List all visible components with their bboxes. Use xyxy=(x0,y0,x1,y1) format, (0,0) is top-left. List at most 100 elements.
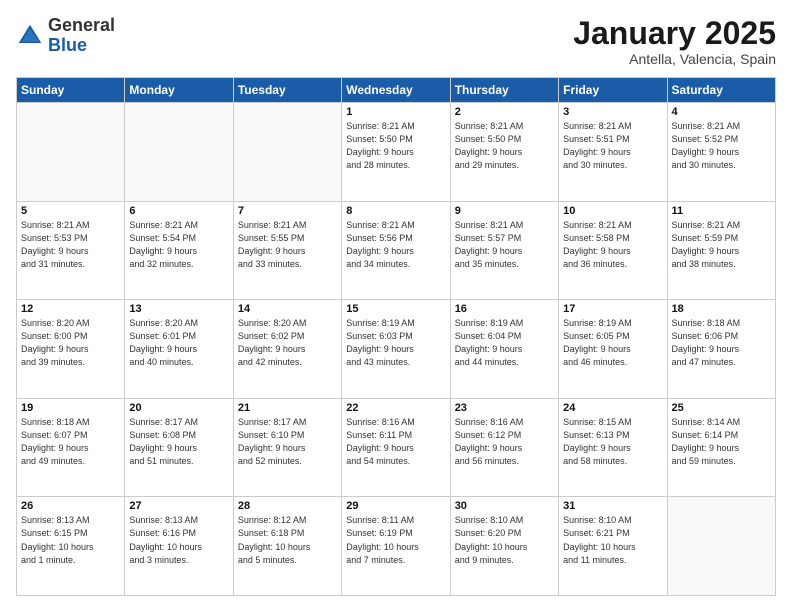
day-header-friday: Friday xyxy=(559,78,667,103)
day-info: Sunrise: 8:21 AM Sunset: 5:52 PM Dayligh… xyxy=(672,120,771,172)
day-number: 24 xyxy=(563,402,662,414)
calendar-cell: 6 Sunrise: 8:21 AM Sunset: 5:54 PM Daylig… xyxy=(125,201,233,300)
calendar-cell: 10 Sunrise: 8:21 AM Sunset: 5:58 PM Dayli… xyxy=(559,201,667,300)
logo: General Blue xyxy=(16,16,115,56)
month-title: January 2025 xyxy=(573,16,776,51)
calendar-cell: 26 Sunrise: 8:13 AM Sunset: 6:15 PM Dayli… xyxy=(17,497,125,596)
calendar-cell xyxy=(17,103,125,202)
day-number: 17 xyxy=(563,303,662,315)
calendar-cell: 27 Sunrise: 8:13 AM Sunset: 6:16 PM Dayli… xyxy=(125,497,233,596)
calendar-cell: 17 Sunrise: 8:19 AM Sunset: 6:05 PM Dayli… xyxy=(559,300,667,399)
day-header-wednesday: Wednesday xyxy=(342,78,450,103)
day-info: Sunrise: 8:17 AM Sunset: 6:08 PM Dayligh… xyxy=(129,416,228,468)
calendar-cell: 5 Sunrise: 8:21 AM Sunset: 5:53 PM Daylig… xyxy=(17,201,125,300)
day-info: Sunrise: 8:10 AM Sunset: 6:20 PM Dayligh… xyxy=(455,514,554,566)
day-number: 9 xyxy=(455,205,554,217)
calendar: SundayMondayTuesdayWednesdayThursdayFrid… xyxy=(16,77,776,596)
calendar-cell: 22Sunrise: 8:16 AM Sunset: 6:11 PM Dayli… xyxy=(342,398,450,497)
day-number: 27 xyxy=(129,500,228,512)
calendar-cell xyxy=(233,103,341,202)
day-info: Sunrise: 8:17 AM Sunset: 6:10 PM Dayligh… xyxy=(238,416,337,468)
day-info: Sunrise: 8:21 AM Sunset: 5:58 PM Dayligh… xyxy=(563,219,662,271)
title-block: January 2025 Antella, Valencia, Spain xyxy=(573,16,776,67)
day-info: Sunrise: 8:20 AM Sunset: 6:01 PM Dayligh… xyxy=(129,317,228,369)
day-number: 18 xyxy=(672,303,771,315)
day-number: 15 xyxy=(346,303,445,315)
calendar-cell: 31 Sunrise: 8:10 AM Sunset: 6:21 PM Dayli… xyxy=(559,497,667,596)
day-number: 13 xyxy=(129,303,228,315)
day-number: 5 xyxy=(21,205,120,217)
day-number: 21 xyxy=(238,402,337,414)
day-number: 26 xyxy=(21,500,120,512)
day-info: Sunrise: 8:21 AM Sunset: 5:53 PM Dayligh… xyxy=(21,219,120,271)
day-header-monday: Monday xyxy=(125,78,233,103)
day-number: 29 xyxy=(346,500,445,512)
day-info: Sunrise: 8:19 AM Sunset: 6:04 PM Dayligh… xyxy=(455,317,554,369)
calendar-cell: 3 Sunrise: 8:21 AM Sunset: 5:51 PM Daylig… xyxy=(559,103,667,202)
day-header-tuesday: Tuesday xyxy=(233,78,341,103)
day-number: 31 xyxy=(563,500,662,512)
day-number: 10 xyxy=(563,205,662,217)
calendar-cell: 13 Sunrise: 8:20 AM Sunset: 6:01 PM Dayli… xyxy=(125,300,233,399)
day-number: 12 xyxy=(21,303,120,315)
day-number: 28 xyxy=(238,500,337,512)
location: Antella, Valencia, Spain xyxy=(573,51,776,67)
calendar-cell: 19Sunrise: 8:18 AM Sunset: 6:07 PM Dayli… xyxy=(17,398,125,497)
calendar-cell: 8Sunrise: 8:21 AM Sunset: 5:56 PM Daylig… xyxy=(342,201,450,300)
calendar-cell: 9 Sunrise: 8:21 AM Sunset: 5:57 PM Daylig… xyxy=(450,201,558,300)
day-info: Sunrise: 8:11 AM Sunset: 6:19 PM Dayligh… xyxy=(346,514,445,566)
day-info: Sunrise: 8:21 AM Sunset: 5:59 PM Dayligh… xyxy=(672,219,771,271)
calendar-cell: 4 Sunrise: 8:21 AM Sunset: 5:52 PM Daylig… xyxy=(667,103,775,202)
day-info: Sunrise: 8:19 AM Sunset: 6:05 PM Dayligh… xyxy=(563,317,662,369)
day-header-saturday: Saturday xyxy=(667,78,775,103)
day-info: Sunrise: 8:10 AM Sunset: 6:21 PM Dayligh… xyxy=(563,514,662,566)
day-info: Sunrise: 8:14 AM Sunset: 6:14 PM Dayligh… xyxy=(672,416,771,468)
day-number: 14 xyxy=(238,303,337,315)
day-info: Sunrise: 8:21 AM Sunset: 5:54 PM Dayligh… xyxy=(129,219,228,271)
day-info: Sunrise: 8:21 AM Sunset: 5:55 PM Dayligh… xyxy=(238,219,337,271)
calendar-cell: 12 Sunrise: 8:20 AM Sunset: 6:00 PM Dayli… xyxy=(17,300,125,399)
calendar-cell: 7 Sunrise: 8:21 AM Sunset: 5:55 PM Daylig… xyxy=(233,201,341,300)
day-number: 30 xyxy=(455,500,554,512)
calendar-cell: 24 Sunrise: 8:15 AM Sunset: 6:13 PM Dayli… xyxy=(559,398,667,497)
page: General Blue January 2025 Antella, Valen… xyxy=(0,0,792,612)
day-number: 23 xyxy=(455,402,554,414)
day-info: Sunrise: 8:12 AM Sunset: 6:18 PM Dayligh… xyxy=(238,514,337,566)
day-info: Sunrise: 8:21 AM Sunset: 5:57 PM Dayligh… xyxy=(455,219,554,271)
day-info: Sunrise: 8:15 AM Sunset: 6:13 PM Dayligh… xyxy=(563,416,662,468)
calendar-cell xyxy=(667,497,775,596)
day-info: Sunrise: 8:21 AM Sunset: 5:56 PM Dayligh… xyxy=(346,219,445,271)
calendar-cell: 21 Sunrise: 8:17 AM Sunset: 6:10 PM Dayli… xyxy=(233,398,341,497)
calendar-cell: 18 Sunrise: 8:18 AM Sunset: 6:06 PM Dayli… xyxy=(667,300,775,399)
logo-icon xyxy=(16,22,44,50)
day-number: 16 xyxy=(455,303,554,315)
logo-blue: Blue xyxy=(48,35,87,55)
day-number: 4 xyxy=(672,106,771,118)
day-number: 2 xyxy=(455,106,554,118)
day-number: 7 xyxy=(238,205,337,217)
calendar-cell: 28 Sunrise: 8:12 AM Sunset: 6:18 PM Dayli… xyxy=(233,497,341,596)
calendar-cell: 2 Sunrise: 8:21 AM Sunset: 5:50 PM Daylig… xyxy=(450,103,558,202)
calendar-cell: 11 Sunrise: 8:21 AM Sunset: 5:59 PM Dayli… xyxy=(667,201,775,300)
calendar-cell: 15Sunrise: 8:19 AM Sunset: 6:03 PM Dayli… xyxy=(342,300,450,399)
day-number: 6 xyxy=(129,205,228,217)
day-number: 25 xyxy=(672,402,771,414)
header: General Blue January 2025 Antella, Valen… xyxy=(16,16,776,67)
calendar-cell: 16 Sunrise: 8:19 AM Sunset: 6:04 PM Dayli… xyxy=(450,300,558,399)
day-info: Sunrise: 8:13 AM Sunset: 6:16 PM Dayligh… xyxy=(129,514,228,566)
calendar-cell: 20 Sunrise: 8:17 AM Sunset: 6:08 PM Dayli… xyxy=(125,398,233,497)
day-info: Sunrise: 8:21 AM Sunset: 5:51 PM Dayligh… xyxy=(563,120,662,172)
day-number: 11 xyxy=(672,205,771,217)
calendar-cell: 23 Sunrise: 8:16 AM Sunset: 6:12 PM Dayli… xyxy=(450,398,558,497)
day-info: Sunrise: 8:13 AM Sunset: 6:15 PM Dayligh… xyxy=(21,514,120,566)
day-info: Sunrise: 8:21 AM Sunset: 5:50 PM Dayligh… xyxy=(346,120,445,172)
day-info: Sunrise: 8:21 AM Sunset: 5:50 PM Dayligh… xyxy=(455,120,554,172)
day-number: 1 xyxy=(346,106,445,118)
day-number: 22 xyxy=(346,402,445,414)
day-header-sunday: Sunday xyxy=(17,78,125,103)
day-info: Sunrise: 8:20 AM Sunset: 6:00 PM Dayligh… xyxy=(21,317,120,369)
day-info: Sunrise: 8:16 AM Sunset: 6:12 PM Dayligh… xyxy=(455,416,554,468)
day-info: Sunrise: 8:18 AM Sunset: 6:06 PM Dayligh… xyxy=(672,317,771,369)
day-number: 3 xyxy=(563,106,662,118)
day-number: 20 xyxy=(129,402,228,414)
